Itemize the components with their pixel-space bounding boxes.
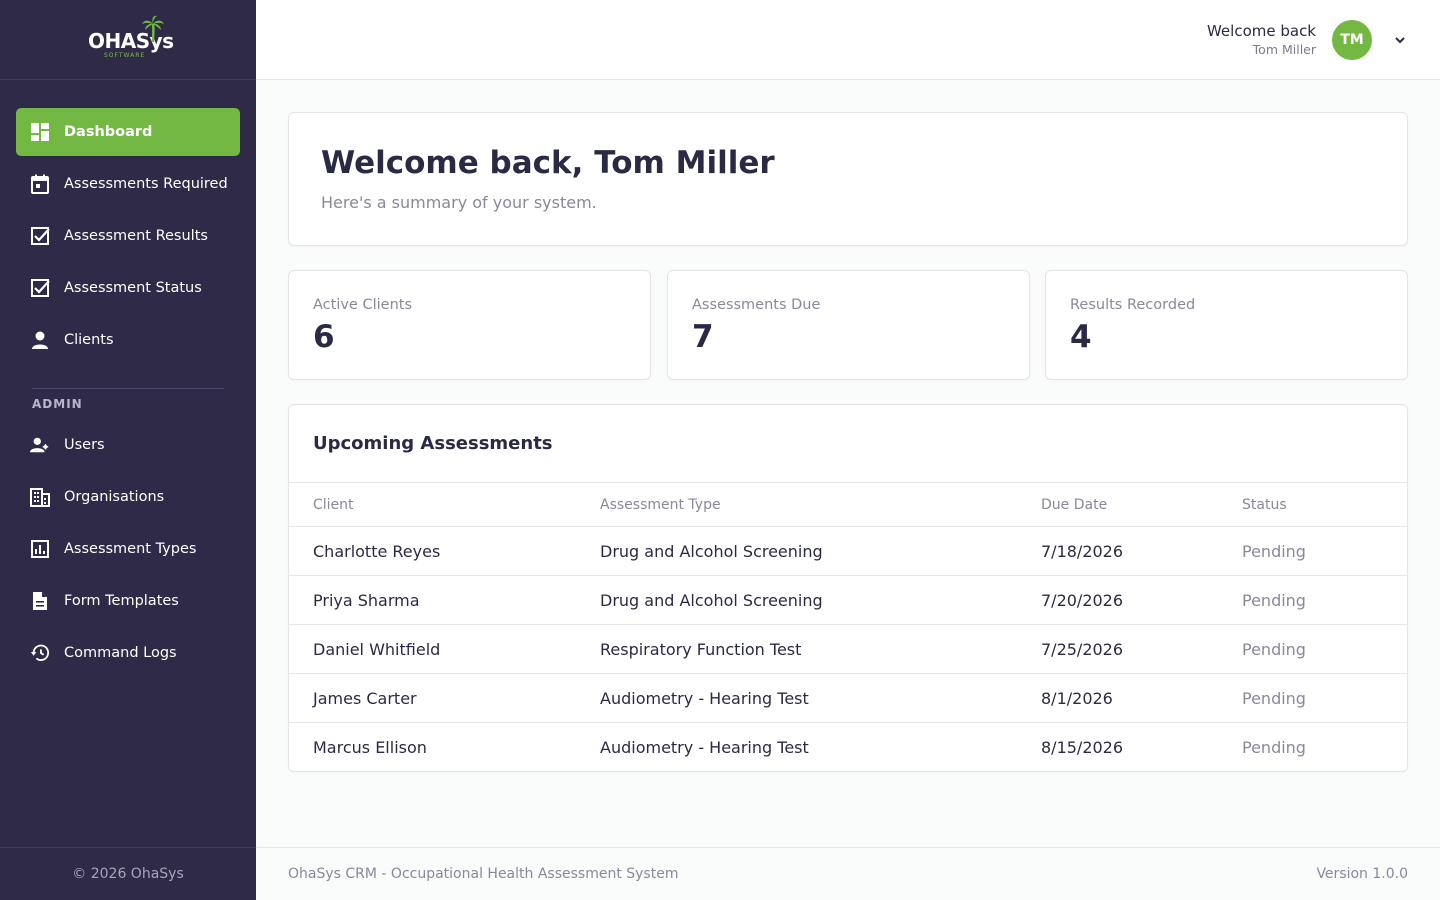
table-header: Client Assessment Type Due Date Status [289, 482, 1407, 527]
stat-card-results-recorded: Results Recorded 4 [1045, 270, 1408, 380]
logo[interactable]: OHASys SOFTWARE [88, 15, 174, 65]
cell-status: Pending [1242, 640, 1306, 659]
footer-version: Version 1.0.0 [1316, 866, 1408, 882]
chevron-down-icon[interactable] [1392, 32, 1408, 48]
cell-status: Pending [1242, 738, 1306, 757]
sidebar-item-label: Form Templates [64, 593, 179, 609]
sidebar-item-users[interactable]: Users [16, 421, 240, 469]
main-nav: Dashboard Assessments Required Assessmen… [16, 108, 240, 681]
footer-system-name: OhaSys CRM - Occupational Health Assessm… [288, 866, 679, 882]
logo-tagline: SOFTWARE [104, 51, 146, 59]
cell-due-date: 7/25/2026 [1041, 640, 1124, 659]
users-icon [30, 435, 50, 455]
column-header-client: Client [313, 497, 354, 513]
column-header-status: Status [1242, 497, 1287, 513]
cell-client: Priya Sharma [313, 591, 420, 610]
stat-card-active-clients: Active Clients 6 [288, 270, 651, 380]
sidebar-item-organisations[interactable]: Organisations [16, 473, 240, 521]
cell-assessment-type: Respiratory Function Test [600, 640, 802, 659]
cell-assessment-type: Drug and Alcohol Screening [600, 591, 823, 610]
sidebar-item-form-templates[interactable]: Form Templates [16, 577, 240, 625]
cell-assessment-type: Drug and Alcohol Screening [600, 542, 823, 561]
stat-label: Assessments Due [692, 297, 821, 313]
table-body: Charlotte Reyes Drug and Alcohol Screeni… [289, 527, 1407, 771]
bar-chart-icon [30, 539, 50, 559]
sidebar-item-label: Organisations [64, 489, 165, 505]
top-header: Welcome back Tom Miller TM [256, 0, 1440, 80]
palm-icon [142, 15, 164, 42]
cell-client: James Carter [313, 689, 417, 708]
user-name: Tom Miller [1252, 42, 1316, 57]
cell-status: Pending [1242, 542, 1306, 561]
person-icon [30, 330, 50, 350]
stat-label: Active Clients [313, 297, 412, 313]
page-title: Welcome back, Tom Miller [321, 145, 775, 181]
sidebar-item-clients[interactable]: Clients [16, 316, 240, 364]
dashboard-icon [30, 122, 50, 142]
table-row[interactable]: James Carter Audiometry - Hearing Test 8… [289, 674, 1407, 723]
building-icon [30, 487, 50, 507]
sidebar-item-label: Assessment Types [64, 541, 197, 557]
logo-area: OHASys SOFTWARE [0, 0, 256, 80]
stat-value: 4 [1070, 319, 1092, 355]
page-subtitle: Here's a summary of your system. [321, 193, 597, 212]
cell-status: Pending [1242, 689, 1306, 708]
welcome-card: Welcome back, Tom Miller Here's a summar… [288, 112, 1408, 246]
checkbox-icon [30, 226, 50, 246]
sidebar-item-dashboard[interactable]: Dashboard [16, 108, 240, 156]
cell-due-date: 7/18/2026 [1041, 542, 1124, 561]
sidebar-item-label: Clients [64, 332, 114, 348]
column-header-assessment-type: Assessment Type [600, 497, 721, 513]
sidebar-item-label: Users [64, 437, 105, 453]
table-row[interactable]: Priya Sharma Drug and Alcohol Screening … [289, 576, 1407, 625]
sidebar-item-label: Assessment Status [64, 280, 202, 296]
stat-value: 7 [692, 319, 714, 355]
cell-client: Marcus Ellison [313, 738, 427, 757]
admin-section-label: ADMIN [32, 397, 83, 411]
table-row[interactable]: Marcus Ellison Audiometry - Hearing Test… [289, 723, 1407, 771]
cell-due-date: 8/15/2026 [1041, 738, 1124, 757]
page-footer: OhaSys CRM - Occupational Health Assessm… [256, 847, 1440, 900]
user-welcome-text: Welcome back [1206, 22, 1316, 40]
table-row[interactable]: Charlotte Reyes Drug and Alcohol Screeni… [289, 527, 1407, 576]
upcoming-assessments-title: Upcoming Assessments [313, 433, 553, 454]
user-info: Welcome back Tom Miller [1207, 22, 1316, 57]
avatar[interactable]: TM [1332, 20, 1372, 60]
stat-label: Results Recorded [1070, 297, 1196, 313]
sidebar-item-label: Dashboard [64, 124, 153, 140]
cell-due-date: 8/1/2026 [1041, 689, 1113, 708]
sidebar-item-label: Assessment Results [64, 228, 208, 244]
checkbox-icon [30, 278, 50, 298]
sidebar-item-assessments-required[interactable]: Assessments Required [16, 160, 240, 208]
sidebar-item-assessment-results[interactable]: Assessment Results [16, 212, 240, 260]
sidebar-item-assessment-status[interactable]: Assessment Status [16, 264, 240, 312]
stat-value: 6 [313, 319, 335, 355]
cell-client: Charlotte Reyes [313, 542, 441, 561]
stat-card-assessments-due: Assessments Due 7 [667, 270, 1030, 380]
table-row[interactable]: Daniel Whitfield Respiratory Function Te… [289, 625, 1407, 674]
column-header-due-date: Due Date [1041, 497, 1108, 513]
sidebar-item-label: Assessments Required [64, 176, 228, 192]
sidebar-item-command-logs[interactable]: Command Logs [16, 629, 240, 677]
sidebar-item-label: Command Logs [64, 645, 177, 661]
history-icon [30, 643, 50, 663]
upcoming-assessments-card: Upcoming Assessments Client Assessment T… [288, 404, 1408, 772]
cell-due-date: 7/20/2026 [1041, 591, 1124, 610]
sidebar-copyright: © 2026 OhaSys [0, 847, 256, 900]
cell-assessment-type: Audiometry - Hearing Test [600, 738, 809, 757]
cell-status: Pending [1242, 591, 1306, 610]
sidebar-item-assessment-types[interactable]: Assessment Types [16, 525, 240, 573]
nav-divider [32, 388, 224, 389]
sidebar: OHASys SOFTWARE Dashboard Assessments Re… [0, 0, 256, 900]
calendar-icon [30, 174, 50, 194]
document-icon [30, 591, 50, 611]
cell-client: Daniel Whitfield [313, 640, 441, 659]
cell-assessment-type: Audiometry - Hearing Test [600, 689, 809, 708]
